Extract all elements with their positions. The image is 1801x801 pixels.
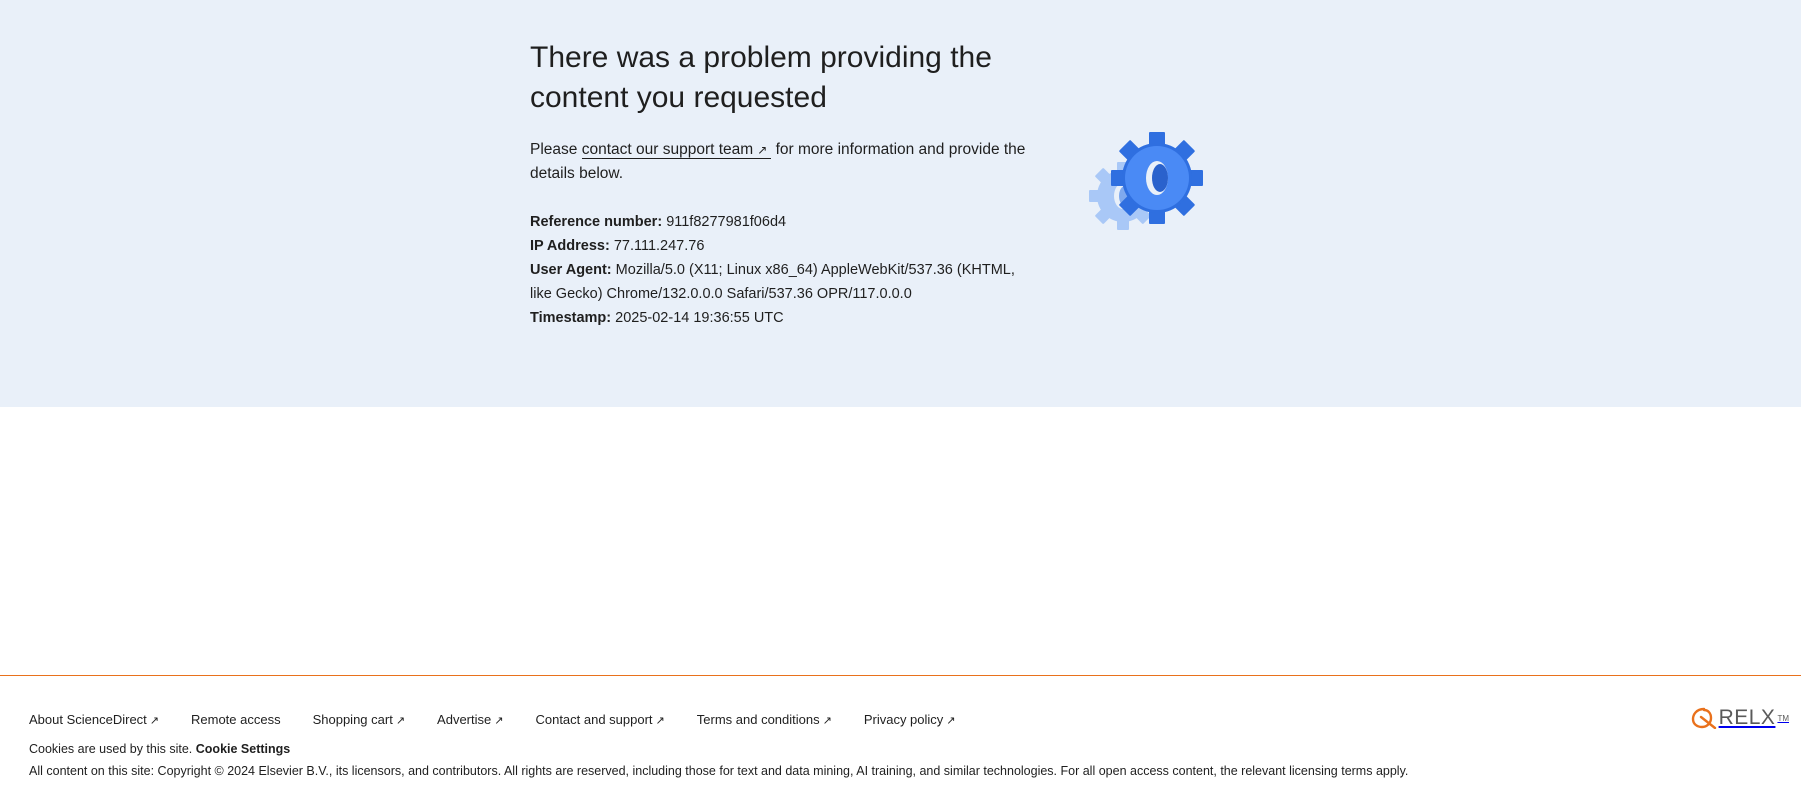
footer-link-label: About ScienceDirect [29, 712, 147, 727]
detail-ip-address: IP Address: 77.111.247.76 [530, 234, 1040, 258]
error-details: Reference number: 911f8277981f06d4 IP Ad… [530, 210, 1040, 330]
relx-logo[interactable]: RELX TM [1691, 706, 1789, 730]
contact-support-link[interactable]: contact our support team ↗ [581, 141, 772, 159]
footer-link-privacy-policy[interactable]: Privacy policy ↗ [864, 712, 956, 727]
cookie-text: Cookies are used by this site. [29, 742, 193, 756]
footer-link-label: Advertise [437, 712, 492, 727]
detail-reference-number: Reference number: 911f8277981f06d4 [530, 210, 1040, 234]
footer-link-label: Remote access [191, 712, 281, 727]
footer-link-remote-access[interactable]: Remote access [191, 712, 281, 727]
detail-label: User Agent: [530, 262, 612, 278]
footer-link-contact-and-support[interactable]: Contact and support ↗ [535, 712, 664, 727]
relx-mark-icon [1691, 707, 1716, 729]
site-footer: About ScienceDirect ↗ Remote access Shopp… [0, 675, 1801, 801]
footer-link-label: Terms and conditions [696, 712, 820, 727]
large-gear-icon [1111, 132, 1203, 224]
page-title: There was a problem providing the conten… [530, 41, 992, 114]
relx-trademark: TM [1777, 713, 1789, 723]
footer-link-terms-and-conditions[interactable]: Terms and conditions ↗ [697, 712, 832, 727]
intro-before: Please [530, 141, 578, 158]
footer-link-shopping-cart[interactable]: Shopping cart ↗ [313, 712, 405, 727]
detail-value: 77.111.247.76 [613, 238, 705, 254]
detail-value: 2025-02-14 19:36:55 UTC [615, 310, 784, 326]
footer-link-about-sciencedirect[interactable]: About ScienceDirect ↗ [29, 712, 159, 727]
footer-links: About ScienceDirect ↗ Remote access Shopp… [29, 712, 988, 727]
external-link-icon: ↗ [395, 715, 406, 727]
footer-link-label: Shopping cart [312, 712, 393, 727]
footer-link-label: Contact and support [535, 712, 653, 727]
detail-label: IP Address: [530, 238, 610, 254]
relx-logo-text: RELX [1718, 706, 1776, 729]
detail-value: 911f8277981f06d4 [666, 214, 787, 230]
gears-icon [1089, 132, 1203, 230]
error-content: There was a problem providing the conten… [530, 38, 1040, 330]
detail-user-agent: User Agent: Mozilla/5.0 (X11; Linux x86_… [530, 258, 1040, 306]
copyright-notice: All content on this site: Copyright © 20… [29, 764, 1409, 778]
external-link-icon: ↗ [149, 715, 159, 727]
external-link-icon: ↗ [655, 715, 665, 727]
detail-timestamp: Timestamp: 2025-02-14 19:36:55 UTC [530, 306, 1040, 330]
detail-label: Reference number: [530, 214, 663, 230]
contact-support-link-label: contact our support team [581, 141, 754, 158]
detail-label: Timestamp: [530, 310, 612, 326]
error-hero: There was a problem providing the conten… [0, 0, 1801, 407]
external-link-icon: ↗ [946, 715, 956, 727]
cookie-notice: Cookies are used by this site. Cookie Se… [29, 742, 290, 756]
footer-link-label: Privacy policy [863, 712, 944, 727]
external-link-icon: ↗ [757, 143, 768, 157]
external-link-icon: ↗ [494, 715, 504, 727]
cookie-settings-link[interactable]: Cookie Settings [196, 742, 290, 756]
intro-text: Please contact our support team ↗ for mor… [530, 138, 1040, 186]
footer-link-advertise[interactable]: Advertise ↗ [437, 712, 503, 727]
external-link-icon: ↗ [822, 715, 832, 727]
